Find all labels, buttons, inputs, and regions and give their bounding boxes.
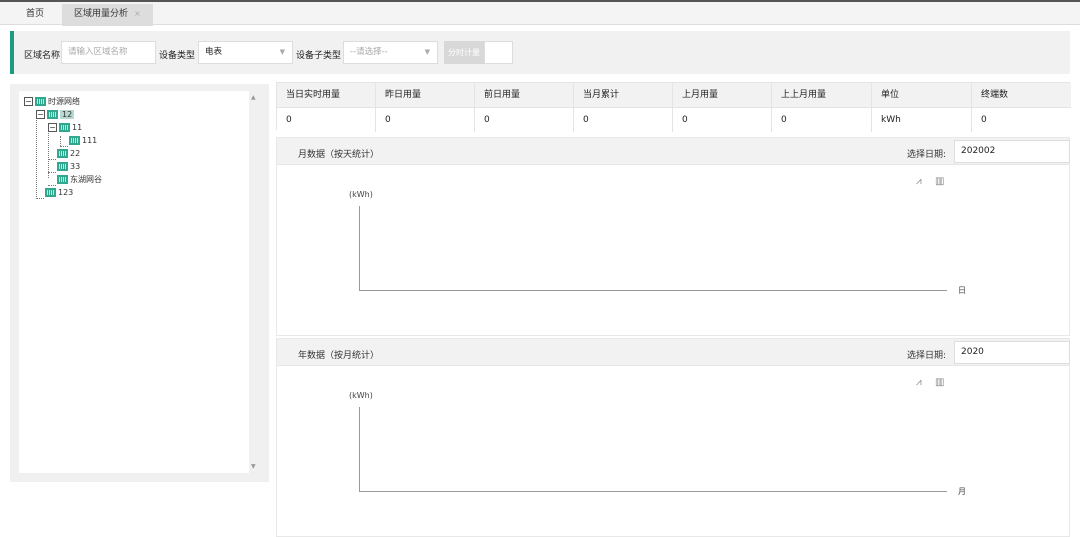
value-day-before: 0 — [474, 108, 490, 132]
tree-node-123[interactable]: 123 — [45, 186, 73, 198]
header-month-total: 当月累计 — [573, 83, 619, 107]
device-type-value: 电表 — [205, 47, 223, 57]
value-today-realtime: 0 — [286, 115, 292, 125]
line-chart-icon[interactable]: ⩘ — [916, 176, 922, 187]
tab-home-label: 首页 — [26, 9, 45, 19]
tree-node-33[interactable]: 33 — [57, 160, 80, 172]
value-terminal-count: 0 — [971, 108, 987, 132]
tree-line — [48, 172, 56, 173]
device-subtype-value: --请选择-- — [350, 47, 388, 57]
building-icon — [47, 109, 58, 119]
collapse-icon[interactable]: − — [36, 109, 45, 119]
value-month-before-last: 0 — [771, 108, 787, 132]
scroll-down-icon[interactable]: ▼ — [251, 463, 256, 470]
filter-bar: 区域名称 请输入区域名称 设备类型 电表 ▼ 设备子类型 --请选择-- ▼ 分时计… — [10, 31, 1070, 74]
value-unit: kWh — [871, 108, 901, 132]
area-name-label: 区域名称 — [24, 51, 61, 61]
value-last-month: 0 — [672, 108, 688, 132]
header-last-month: 上月用量 — [672, 83, 718, 107]
tree-node-label: 东湖网谷 — [70, 174, 102, 184]
building-icon — [57, 174, 68, 184]
yearly-chart-header: 年数据（按月统计） 选择日期: 2020 — [277, 339, 1070, 366]
x-axis — [359, 491, 947, 492]
header-month-before-last: 上上月用量 — [771, 83, 826, 107]
bar-chart-icon[interactable]: ▥ — [935, 176, 944, 187]
date-label: 选择日期: — [907, 150, 947, 160]
tree-node-label: 22 — [70, 148, 81, 158]
collapse-icon[interactable]: − — [24, 96, 33, 106]
tree-node-22[interactable]: 22 — [57, 147, 80, 159]
header-terminal-count: 终端数 — [971, 83, 1008, 107]
tree-node-label: 11 — [72, 122, 83, 132]
header-day-before: 前日用量 — [474, 83, 520, 107]
tree-node-111[interactable]: 111 — [69, 134, 97, 146]
header-today-realtime: 当日实时用量 — [286, 90, 341, 100]
building-icon — [35, 96, 46, 106]
tree-node-donghu[interactable]: 东湖网谷 — [57, 173, 102, 185]
yearly-chart-panel: 年数据（按月统计） 选择日期: 2020 ⩘ ▥ (kWh) 月 — [276, 338, 1070, 537]
x-axis — [359, 290, 947, 291]
monthly-date-input[interactable]: 202002 — [954, 140, 1070, 163]
monthly-chart-header: 月数据（按天统计） 选择日期: 202002 — [277, 138, 1070, 165]
line-chart-icon[interactable]: ⩘ — [916, 377, 922, 388]
collapse-icon[interactable]: − — [48, 122, 57, 132]
x-axis-unit: 月 — [958, 487, 966, 496]
tree-line — [60, 136, 61, 146]
tree-line — [48, 159, 56, 160]
device-type-select[interactable]: 电表 ▼ — [198, 41, 293, 64]
tree-node-12[interactable]: − 12 — [36, 108, 75, 120]
tree-node-label: 12 — [60, 109, 75, 119]
area-tree-panel: − 时源网络 −12 −11 111 22 33 东湖网谷 123 ▲ ▼ — [10, 84, 269, 482]
tree-node-label: 123 — [58, 187, 74, 197]
building-icon — [45, 187, 56, 197]
building-icon — [57, 161, 68, 171]
y-axis — [359, 206, 360, 290]
tree-line — [36, 111, 37, 197]
tree-node-11[interactable]: − 11 — [48, 121, 82, 133]
x-axis-unit: 日 — [958, 286, 966, 295]
tree-scrollbar[interactable]: ▲ ▼ — [249, 91, 260, 473]
device-type-label: 设备类型 — [159, 51, 196, 61]
blank-button[interactable] — [484, 41, 513, 64]
value-yesterday: 0 — [375, 108, 391, 132]
monthly-chart-title: 月数据（按天统计） — [298, 150, 380, 160]
y-axis-unit: (kWh) — [349, 391, 373, 400]
bar-chart-icon[interactable]: ▥ — [935, 377, 944, 388]
tree-node-label: 时源网络 — [48, 96, 80, 106]
area-name-placeholder: 请输入区域名称 — [68, 47, 128, 57]
scroll-up-icon[interactable]: ▲ — [251, 94, 256, 101]
close-icon[interactable]: × — [134, 9, 141, 18]
device-subtype-label: 设备子类型 — [296, 51, 342, 61]
building-icon — [69, 135, 80, 145]
yearly-chart-title: 年数据（按月统计） — [298, 351, 380, 361]
value-month-total: 0 — [573, 108, 589, 132]
header-yesterday: 昨日用量 — [375, 83, 421, 107]
tab-home[interactable]: 首页 — [14, 4, 56, 26]
tab-area-usage-analysis[interactable]: 区域用量分析 × — [62, 4, 153, 26]
tab-active-label: 区域用量分析 — [74, 9, 129, 19]
y-axis — [359, 407, 360, 491]
table-row: 0 0 0 0 0 0 kWh 0 — [277, 107, 1071, 132]
header-unit: 单位 — [871, 83, 899, 107]
table-header: 当日实时用量 昨日用量 前日用量 当月累计 上月用量 上上月用量 单位 终端数 — [277, 83, 1071, 107]
area-tree: − 时源网络 −12 −11 111 22 33 东湖网谷 123 — [19, 91, 249, 473]
tab-bar: 首页 区域用量分析 × — [0, 0, 1080, 26]
tree-node-label: 111 — [82, 135, 98, 145]
tree-line — [36, 198, 44, 199]
tree-node-label: 33 — [70, 161, 81, 171]
device-subtype-select[interactable]: --请选择-- ▼ — [343, 41, 438, 64]
date-label: 选择日期: — [907, 351, 947, 361]
tree-node-root[interactable]: − 时源网络 — [24, 95, 80, 107]
building-icon — [59, 122, 70, 132]
y-axis-unit: (kWh) — [349, 190, 373, 199]
building-icon — [57, 148, 68, 158]
chevron-down-icon: ▼ — [279, 48, 285, 56]
yearly-date-input[interactable]: 2020 — [954, 341, 1070, 364]
monthly-chart-panel: 月数据（按天统计） 选择日期: 202002 ⩘ ▥ (kWh) 日 — [276, 137, 1070, 336]
timed-metering-button[interactable]: 分时计量 — [444, 41, 484, 64]
area-name-input[interactable]: 请输入区域名称 — [61, 41, 156, 64]
chevron-down-icon: ▼ — [424, 48, 430, 56]
usage-summary-table: 当日实时用量 昨日用量 前日用量 当月累计 上月用量 上上月用量 单位 终端数 … — [276, 82, 1071, 132]
